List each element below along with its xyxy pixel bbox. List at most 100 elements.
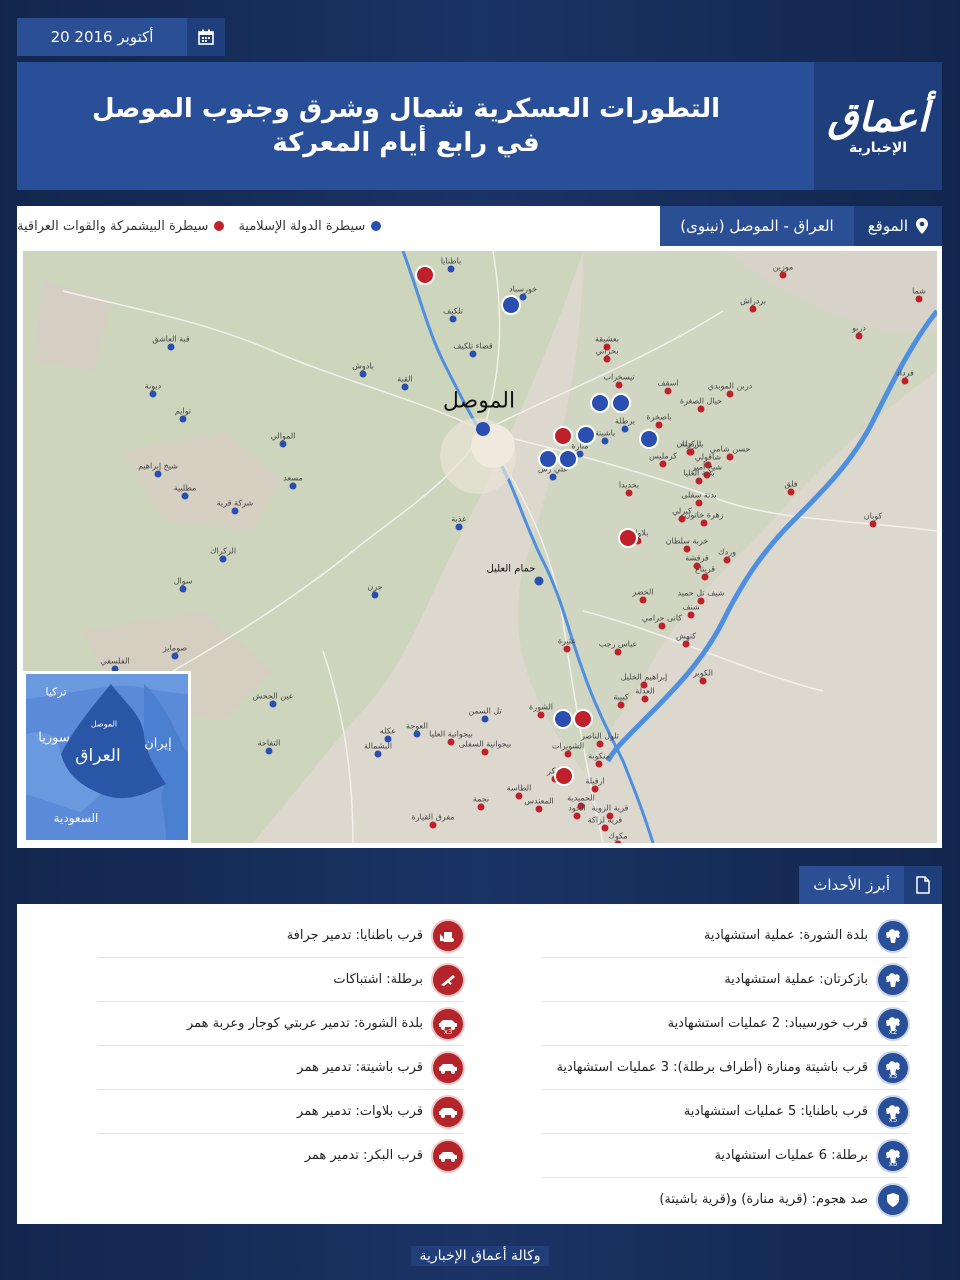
map-shield-icon-bashita[interactable] [558, 449, 578, 469]
islamic-state-event-text: قرب خورسيباد: 2 عمليات استشهادية [667, 1016, 868, 1031]
place-blue-label: البشمالة [364, 741, 392, 751]
enemy-loss-event-text: قرب البكر: تدمير همر [304, 1148, 423, 1163]
map-shield-icon-manara[interactable] [576, 425, 596, 445]
place-red-label: بيجوانية السفلى [458, 739, 512, 749]
city-mosul-marker [476, 422, 490, 436]
location-label-text: الموقع [867, 217, 908, 235]
place-blue-label: جرن [367, 582, 383, 592]
map-explosion-icon-manara[interactable] [538, 449, 558, 469]
islamic-state-event-row: بلدة الشورة: عملية استشهادية [542, 914, 908, 958]
place-blue-label: العوجة [406, 721, 428, 731]
place-red-marker [615, 381, 623, 389]
place-red-marker [901, 377, 909, 385]
place-blue-marker [455, 523, 463, 531]
footer: وكالة أعماق الإخبارية [0, 1246, 960, 1266]
place-red-marker [726, 390, 734, 398]
place-blue-marker [374, 750, 382, 758]
map-bulldozer-icon[interactable] [415, 265, 435, 285]
place-red-marker [683, 545, 691, 553]
place-red-label: قرية لزاكة [587, 815, 623, 825]
place-red-label: تارجلة [680, 439, 702, 449]
legend-islamic-state-label: سيطرة الدولة الإسلامية [238, 218, 366, 234]
place-red-marker [614, 840, 622, 843]
place-red-label: إبراهيم الخليل [620, 672, 668, 682]
place-red-label: شاقولي [694, 452, 722, 462]
mosul-map[interactable]: باطنايا خورسباد تلكيف قضاء تلكيف بادوش القبة ب… [23, 251, 937, 843]
place-red-marker [625, 489, 633, 497]
explosion-icon [878, 920, 908, 951]
calendar-icon [187, 18, 225, 56]
place-red-label: بحزاني [595, 346, 619, 356]
place-red-marker [591, 785, 599, 793]
place-red-label: كبرلي [672, 506, 692, 516]
place-red-marker [687, 611, 695, 619]
place-red-label: اسقف [657, 378, 679, 388]
islamic-state-event-text: صد هجوم: (قرية منارة) و(قرية باشيتة) [659, 1192, 868, 1207]
place-blue-label: مطلبية [173, 483, 197, 493]
place-blue-marker [171, 652, 179, 660]
place-red-label: كانى حرامي [641, 613, 683, 623]
place-red-marker [595, 760, 603, 768]
place-blue-marker [401, 383, 409, 391]
place-blue-label: شيخ إبراهيم [138, 461, 178, 471]
place-blue-marker [289, 482, 297, 490]
map-explosion-icon-khorsabad[interactable] [501, 295, 521, 315]
date-text: 20 أكتوبر 2016 [17, 18, 187, 56]
place-blue-label: عكله [379, 726, 397, 736]
map-vehicle-icon-balawat[interactable] [618, 528, 638, 548]
document-icon [904, 866, 942, 904]
place-blue-marker [519, 293, 527, 301]
map-explosion-icon-bartella[interactable] [611, 393, 631, 413]
place-red-label: المعندس [524, 796, 554, 806]
map-vehicle-icon-bashita[interactable] [553, 426, 573, 446]
place-blue-marker [549, 473, 557, 481]
place-blue-marker [154, 470, 162, 478]
place-red-marker [617, 701, 625, 709]
inset-map: تركيا سوريا العراق إيران السعودية الموصل [23, 671, 191, 843]
place-red-marker [695, 477, 703, 485]
place-blue-marker [179, 415, 187, 423]
place-red-marker [682, 640, 690, 648]
place-red-label: تيسخراب [603, 372, 635, 382]
place-blue-marker [279, 440, 287, 448]
vehicle-icon [433, 1096, 463, 1127]
place-blue-label: القبة [397, 374, 413, 384]
islamic-state-event-row: x2 قرب خورسيباد: 2 عمليات استشهادية [542, 1002, 908, 1046]
place-red-label: موزين [772, 262, 794, 272]
enemy-loss-event-row: قرب باشيتة: تدمير همر [97, 1046, 463, 1090]
place-blue-label: باطنايا [440, 256, 462, 266]
map-explosion-icon-shora[interactable] [553, 709, 573, 729]
map-explosion-icon-bazkirtan[interactable] [639, 429, 659, 449]
location-bar: الموقع العراق - الموصل (نينوى) [658, 206, 942, 246]
islamic-state-event-text: بلدة الشورة: عملية استشهادية [703, 928, 868, 943]
place-blue-label: بادوش [352, 361, 374, 371]
place-blue-marker [231, 507, 239, 515]
place-blue-marker [447, 265, 455, 273]
place-red-marker [641, 695, 649, 703]
inset-turkey-label: تركيا [45, 685, 67, 699]
place-red-marker [678, 515, 686, 523]
place-blue-marker [371, 591, 379, 599]
map-vehicle-icon-shora[interactable] [573, 709, 593, 729]
events-left-column: قرب باطنايا: تدمير جرافة برطلة: اشتباكات x… [97, 914, 463, 1177]
place-red-marker [855, 332, 863, 340]
multiplier-label: x6 [888, 1159, 898, 1168]
title-line-2: في رابع أيام المعركة [272, 128, 540, 158]
place-blue-marker [179, 585, 187, 593]
place-red-marker [429, 821, 437, 829]
place-red-label: عباس رجب [598, 639, 638, 649]
place-blue-label: تلكيف [443, 306, 463, 316]
place-blue-marker [149, 390, 157, 398]
place-red-label: ارفيلة [585, 776, 605, 786]
place-red-label: خربة سلطان [665, 536, 709, 546]
events-heading: أبرز الأحداث [799, 866, 942, 904]
legend-peshmerga-iraqi: سيطرة البيشمركة والقوات العراقية [17, 219, 225, 234]
enemy-loss-event-text: قرب باطنايا: تدمير جرافة [286, 928, 423, 943]
place-red-marker [701, 573, 709, 581]
place-red-marker [564, 750, 572, 758]
city-hammam-label: حمام العليل [486, 563, 536, 575]
enemy-loss-event-text: قرب بلاوات: تدمير همر [297, 1104, 423, 1119]
place-red-label: بدنة العليا [683, 468, 715, 478]
map-vehicle-icon-bakr[interactable] [554, 766, 574, 786]
map-rifle-icon-bartella[interactable] [590, 393, 610, 413]
